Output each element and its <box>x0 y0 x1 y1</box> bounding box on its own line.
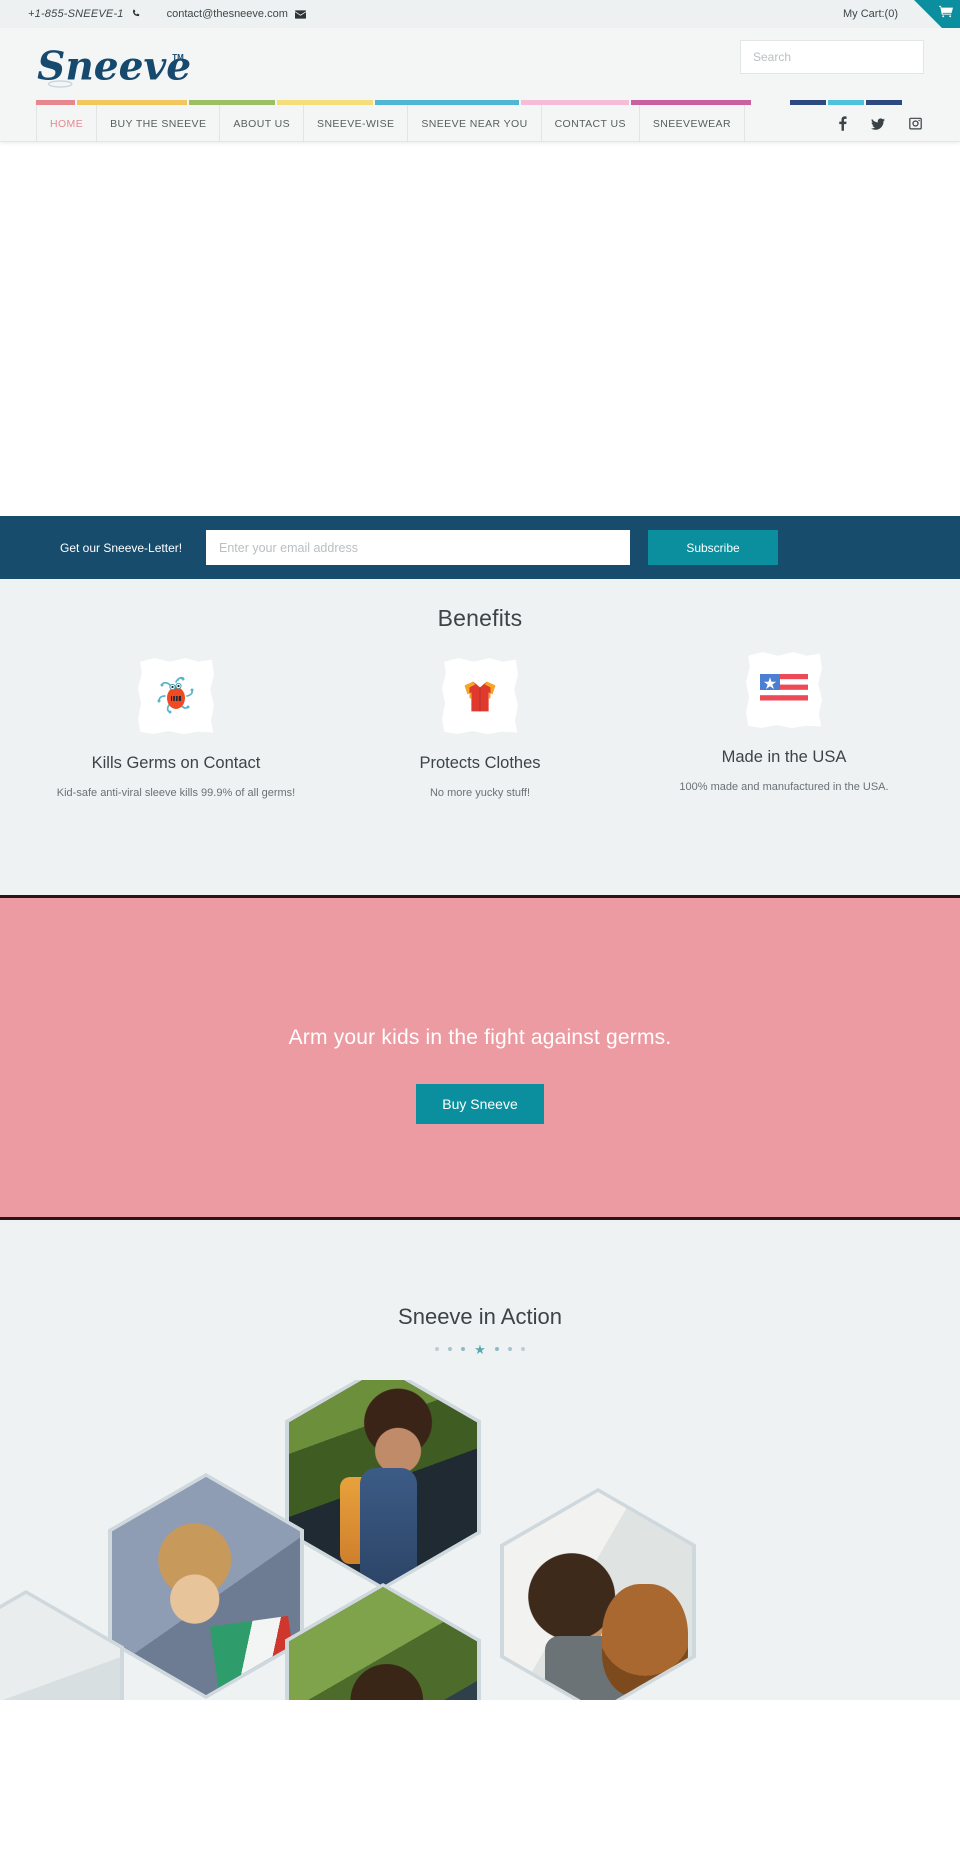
social-links <box>838 105 922 142</box>
star-icon: ★ <box>474 1341 486 1357</box>
buy-sneeve-button[interactable]: Buy Sneeve <box>416 1084 544 1124</box>
gallery-hex-photo[interactable] <box>500 1488 696 1700</box>
instagram-icon[interactable] <box>909 117 922 130</box>
benefit-description: 100% made and manufactured in the USA. <box>679 781 889 793</box>
shopping-cart-icon[interactable] <box>939 5 953 19</box>
site-logo[interactable]: Sneeve TM <box>36 44 216 92</box>
nav-list: HOME BUY THE SNEEVE ABOUT US SNEEVE-WISE… <box>0 105 960 142</box>
nav-item-sneeve-near-you[interactable]: SNEEVE NEAR YOU <box>408 105 542 142</box>
nav-item-home[interactable]: HOME <box>36 105 98 142</box>
decor-dot <box>435 1347 440 1351</box>
topbar-contact-group: +1-855-SNEEVE-1 contact@thesneeve.com <box>0 8 306 20</box>
nav-item-contact-us[interactable]: CONTACT US <box>542 105 640 142</box>
benefit-title: Kills Germs on Contact <box>91 754 261 772</box>
decor-dot <box>461 1347 466 1351</box>
svg-text:Sneeve: Sneeve <box>37 44 191 90</box>
usa-flag-icon <box>746 652 822 728</box>
search-input[interactable] <box>740 40 924 74</box>
benefits-row: Kills Germs on Contact Kid-safe anti-vir… <box>0 652 960 799</box>
top-utility-bar: +1-855-SNEEVE-1 contact@thesneeve.com My… <box>0 0 960 46</box>
benefit-title: Protects Clothes <box>419 754 541 772</box>
photo-boy-with-dog <box>504 1492 692 1700</box>
benefits-section: Benefits Kills Germs on Contact Kid-safe… <box>0 579 960 898</box>
facebook-icon[interactable] <box>838 116 847 131</box>
nav-item-about-us[interactable]: ABOUT US <box>220 105 305 142</box>
photo-boy-peace-sign-backpack <box>289 1380 477 1586</box>
photo-child-leaning <box>289 1587 477 1700</box>
gallery-hex-photo[interactable] <box>0 1590 124 1700</box>
gallery-hex-photo[interactable] <box>285 1380 481 1590</box>
phone-contact[interactable]: +1-855-SNEEVE-1 <box>28 8 141 20</box>
hexagon-photo-grid <box>0 1380 960 1700</box>
benefit-card-germs: Kills Germs on Contact Kid-safe anti-vir… <box>24 658 328 799</box>
decor-dot <box>494 1347 499 1351</box>
nav-item-sneevewear[interactable]: SNEEVEWEAR <box>640 105 745 142</box>
newsletter-label: Get our Sneeve-Letter! <box>60 540 183 555</box>
benefit-description: Kid-safe anti-viral sleeve kills 99.9% o… <box>56 787 296 799</box>
gallery-hex-photo[interactable] <box>108 1473 304 1699</box>
twitter-icon[interactable] <box>871 117 885 130</box>
decor-dot <box>448 1347 453 1351</box>
gallery-hex-photo[interactable] <box>285 1583 481 1700</box>
nav-item-buy-the-sneeve[interactable]: BUY THE SNEEVE <box>97 105 221 142</box>
gallery-dot-decoration: ★ <box>0 1340 960 1358</box>
benefit-description: No more yucky stuff! <box>429 787 531 799</box>
subscribe-button[interactable]: Subscribe <box>648 530 778 565</box>
photo-girl-at-desk <box>112 1477 300 1695</box>
envelope-icon <box>294 9 306 19</box>
hero-slider-region[interactable] <box>0 142 960 516</box>
benefits-heading: Benefits <box>437 605 523 631</box>
phone-number: +1-855-SNEEVE-1 <box>28 8 124 20</box>
cta-headline: Arm your kids in the fight against germs… <box>288 1026 672 1049</box>
decor-dot <box>507 1347 512 1351</box>
germ-icon <box>138 658 214 734</box>
photo-partial-left <box>0 1594 120 1700</box>
newsletter-email-input[interactable] <box>206 530 630 565</box>
benefit-title: Made in the USA <box>721 748 847 766</box>
cta-section: Arm your kids in the fight against germs… <box>0 898 960 1220</box>
benefit-card-usa: Made in the USA 100% made and manufactur… <box>632 652 936 799</box>
email-address: contact@thesneeve.com <box>166 8 288 20</box>
newsletter-signup-bar: Get our Sneeve-Letter! Subscribe <box>0 516 960 579</box>
gallery-section: Sneeve in Action ★ <box>0 1220 960 1700</box>
site-header: Sneeve TM <box>0 28 960 100</box>
decor-dot <box>520 1347 525 1351</box>
search-container <box>740 40 924 74</box>
svg-text:TM: TM <box>172 53 184 62</box>
main-navigation: HOME BUY THE SNEEVE ABOUT US SNEEVE-WISE… <box>0 105 960 142</box>
benefit-card-clothes: Protects Clothes No more yucky stuff! <box>328 658 632 799</box>
nav-item-sneeve-wise[interactable]: SNEEVE-WISE <box>304 105 409 142</box>
email-contact[interactable]: contact@thesneeve.com <box>167 8 306 20</box>
shirt-icon <box>442 658 518 734</box>
gallery-heading: Sneeve in Action <box>398 1304 562 1329</box>
phone-icon <box>131 9 141 19</box>
